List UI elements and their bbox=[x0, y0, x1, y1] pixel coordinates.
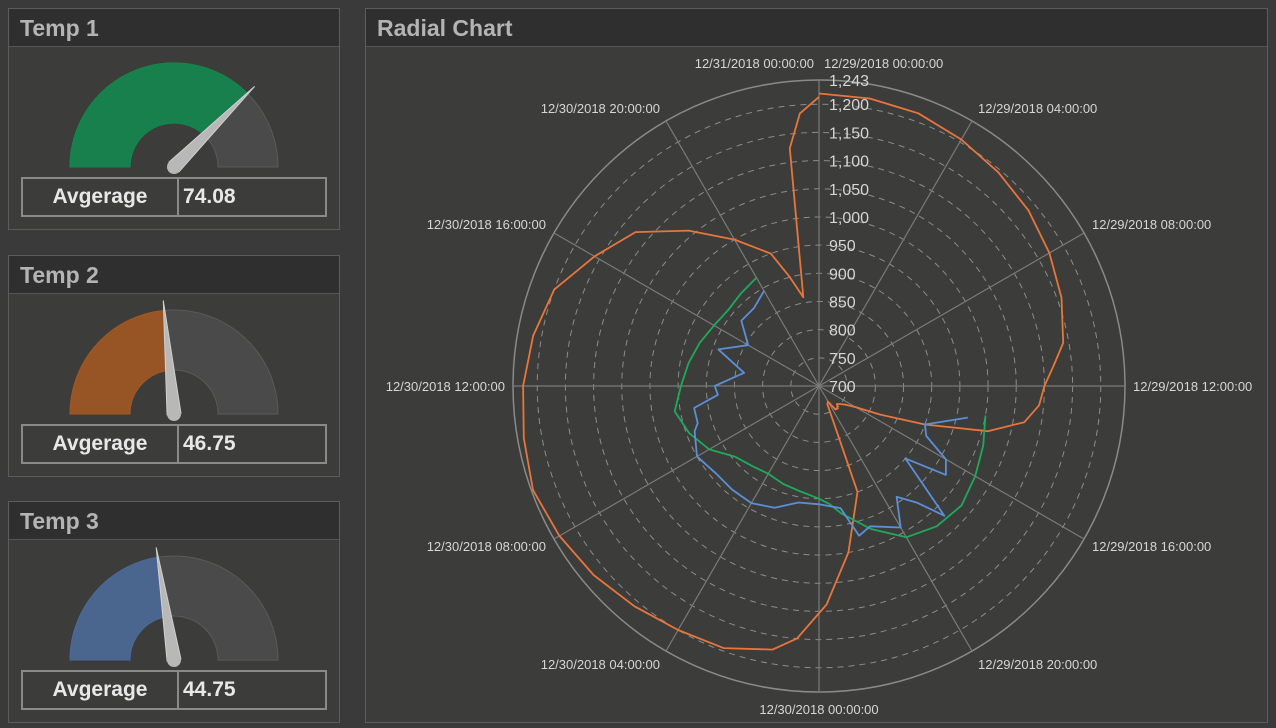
angle-label: 12/30/2018 16:00:00 bbox=[427, 217, 546, 232]
r-tick-label: 750 bbox=[829, 351, 856, 368]
average-label: Avgerage bbox=[23, 426, 179, 462]
gauge-fill bbox=[69, 556, 168, 661]
r-tick-label: 1,000 bbox=[829, 210, 869, 227]
r-tick-label: 900 bbox=[829, 266, 856, 283]
average-box: Avgerage 46.75 bbox=[21, 424, 327, 464]
radial-chart-panel: Radial Chart 700 750 800 850 900 950 1,000 1,05… bbox=[365, 8, 1268, 723]
gauge bbox=[69, 62, 279, 174]
gauge-hub bbox=[167, 653, 181, 667]
angle-label: 12/30/2018 00:00:00 bbox=[759, 702, 878, 717]
gauge bbox=[69, 300, 279, 421]
grid-spoke bbox=[665, 385, 820, 652]
angle-label: 12/31/2018 00:00:00 bbox=[695, 56, 814, 71]
average-value: 46.75 bbox=[183, 432, 236, 455]
angle-label: 12/29/2018 04:00:00 bbox=[978, 101, 1097, 116]
angle-label: 12/29/2018 00:00:00 bbox=[824, 56, 943, 71]
angle-label: 12/29/2018 12:00:00 bbox=[1133, 379, 1252, 394]
r-tick-label: 1,200 bbox=[829, 97, 869, 114]
gauge-fill bbox=[69, 309, 171, 415]
gauge-panel-3: Temp 3 Avgerage 44.75 bbox=[8, 501, 340, 723]
average-label: Avgerage bbox=[23, 672, 179, 708]
panel-title: Temp 1 bbox=[9, 9, 339, 47]
gauge-hub bbox=[167, 407, 181, 421]
r-tick-label: 800 bbox=[829, 323, 856, 340]
angle-label: 12/29/2018 08:00:00 bbox=[1092, 217, 1211, 232]
r-tick-label: 1,243 bbox=[829, 73, 869, 90]
average-box: Avgerage 74.08 bbox=[21, 177, 327, 217]
panel-title: Temp 2 bbox=[9, 256, 339, 294]
grid-spoke bbox=[818, 385, 973, 652]
r-tick-label: 700 bbox=[829, 379, 856, 396]
r-tick-label: 1,100 bbox=[829, 154, 869, 171]
grid-spoke bbox=[818, 232, 1085, 387]
angle-label: 12/29/2018 16:00:00 bbox=[1092, 539, 1211, 554]
angle-label: 12/30/2018 12:00:00 bbox=[386, 379, 505, 394]
gauge-hub bbox=[167, 160, 181, 174]
r-tick-label: 1,050 bbox=[829, 182, 869, 199]
radial-chart: 700 750 800 850 900 950 1,000 1,050 1,100 1,150 1,… bbox=[386, 56, 1253, 717]
panel-title: Radial Chart bbox=[366, 9, 1267, 47]
gauge bbox=[69, 547, 279, 667]
gauge-panel-1: Temp 1 Avgerage 74.08 bbox=[8, 8, 340, 230]
panel-title: Temp 3 bbox=[9, 502, 339, 540]
angle-label: 12/30/2018 20:00:00 bbox=[541, 101, 660, 116]
average-value: 44.75 bbox=[183, 678, 236, 701]
average-box: Avgerage 44.75 bbox=[21, 670, 327, 710]
average-label: Avgerage bbox=[23, 179, 179, 215]
angle-label: 12/30/2018 04:00:00 bbox=[541, 657, 660, 672]
average-value: 74.08 bbox=[183, 185, 236, 208]
r-tick-label: 850 bbox=[829, 294, 856, 311]
angle-label: 12/29/2018 20:00:00 bbox=[978, 657, 1097, 672]
angle-label: 12/30/2018 08:00:00 bbox=[427, 539, 546, 554]
grid-spoke bbox=[553, 385, 820, 540]
r-tick-label: 1,150 bbox=[829, 125, 869, 142]
r-tick-label: 950 bbox=[829, 238, 856, 255]
gauge-panel-2: Temp 2 Avgerage 46.75 bbox=[8, 255, 340, 477]
